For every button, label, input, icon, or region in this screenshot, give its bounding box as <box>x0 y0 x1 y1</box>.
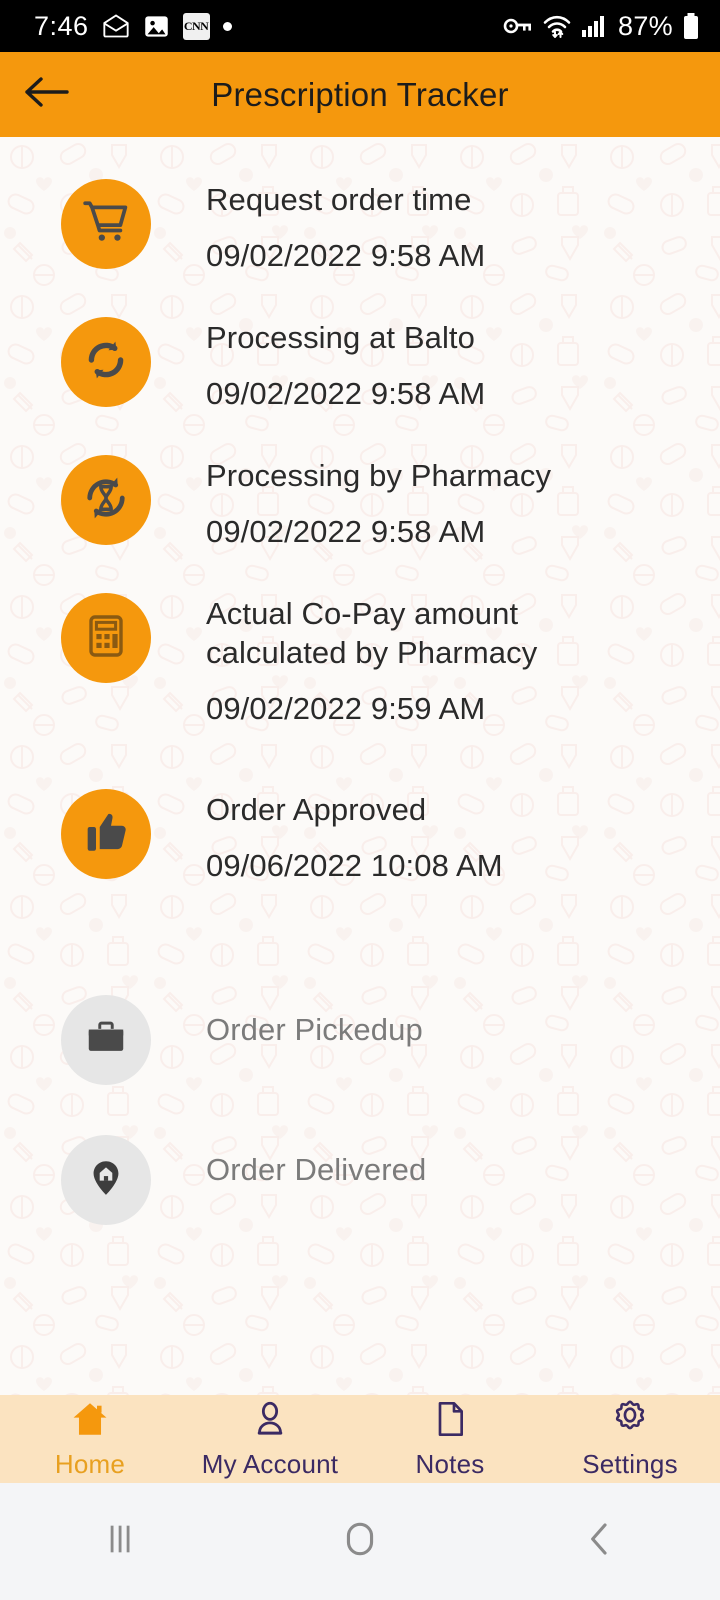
timeline-node <box>61 995 151 1085</box>
cnn-icon: CNN <box>182 12 210 40</box>
timeline-text-column: Actual Co-Pay amount calculated by Pharm… <box>206 587 720 728</box>
step-label: Processing by Pharmacy <box>206 458 552 493</box>
step-label: Actual Co-Pay amount calculated by Pharm… <box>206 596 538 670</box>
prescription-timeline: Request order time 09/02/2022 9:58 AM Pr… <box>0 137 720 1249</box>
wifi-icon <box>542 13 572 39</box>
shopping-cart-icon <box>79 197 133 252</box>
step-label: Request order time <box>206 182 472 217</box>
gear-icon <box>608 1398 652 1445</box>
step-date: 09/02/2022 9:59 AM <box>206 690 486 726</box>
home-button[interactable] <box>240 1518 480 1565</box>
timeline-step: Order Delivered <box>0 1129 720 1249</box>
timeline-step: Processing by Pharmacy 09/02/2022 9:58 A… <box>0 449 720 587</box>
thumbs-up-icon <box>80 807 132 862</box>
status-bar: 7:46 CNN 87% <box>0 0 720 52</box>
arrow-left-icon <box>23 75 69 114</box>
status-bar-left: 7:46 CNN <box>34 11 232 42</box>
sync-icon <box>81 335 131 390</box>
timeline-text-column: Processing by Pharmacy 09/02/2022 9:58 A… <box>206 449 720 552</box>
page-title: Prescription Tracker <box>211 75 509 113</box>
app-bar: Prescription Tracker <box>0 52 720 137</box>
step-label: Processing at Balto <box>206 320 475 355</box>
timeline-step: Request order time 09/02/2022 9:58 AM <box>0 173 720 311</box>
recents-icon <box>100 1519 140 1564</box>
timeline-node <box>61 317 151 407</box>
map-pin-home-icon <box>85 1155 127 1206</box>
nav-item-notes[interactable]: Notes <box>360 1398 540 1480</box>
document-icon <box>430 1398 470 1445</box>
timeline-step: Processing at Balto 09/02/2022 9:58 AM <box>0 311 720 449</box>
envelope-icon <box>102 12 130 40</box>
timeline-text-column: Request order time 09/02/2022 9:58 AM <box>206 173 720 276</box>
gallery-icon <box>143 13 170 40</box>
timeline-step: Actual Co-Pay amount calculated by Pharm… <box>0 587 720 783</box>
step-date: 09/02/2022 9:58 AM <box>206 237 486 273</box>
status-bar-clock: 7:46 <box>34 10 89 41</box>
battery-percent-label: 87% <box>618 10 673 41</box>
step-label: Order Pickedup <box>206 1012 423 1047</box>
timeline-node <box>61 789 151 879</box>
nav-label: Home <box>54 1449 126 1479</box>
calculator-icon <box>82 611 130 666</box>
nav-item-home[interactable]: Home <box>0 1398 180 1480</box>
bottom-navigation: Home My Account Notes Settings <box>0 1395 720 1483</box>
nav-label: Notes <box>415 1449 485 1479</box>
step-date: 09/02/2022 9:58 AM <box>206 375 486 411</box>
nav-label: My Account <box>201 1449 339 1479</box>
step-label: Order Delivered <box>206 1152 427 1187</box>
person-icon <box>249 1398 291 1445</box>
home-icon <box>67 1398 113 1445</box>
android-navigation-bar <box>0 1483 720 1600</box>
timeline-step: Order Pickedup <box>0 989 720 1129</box>
step-date: 09/02/2022 9:58 AM <box>206 513 486 549</box>
recents-button[interactable] <box>0 1519 240 1564</box>
home-circle-icon <box>339 1518 381 1565</box>
nav-item-settings[interactable]: Settings <box>540 1398 720 1480</box>
battery-icon <box>682 12 700 40</box>
back-button-android[interactable] <box>480 1519 720 1564</box>
timeline-node <box>61 455 151 545</box>
briefcase-icon <box>82 1016 130 1065</box>
vpn-key-icon <box>503 15 533 37</box>
status-bar-right: 87% <box>503 11 700 42</box>
step-label: Order Approved <box>206 792 427 827</box>
timeline-step: Order Approved 09/06/2022 10:08 AM <box>0 783 720 943</box>
nav-item-my-account[interactable]: My Account <box>180 1398 360 1480</box>
nav-label: Settings <box>582 1449 678 1479</box>
timeline-text-column: Order Pickedup <box>206 989 720 1050</box>
hourglass-sync-icon <box>80 472 132 529</box>
back-chevron-icon <box>580 1519 620 1564</box>
timeline-text-column: Order Delivered <box>206 1129 720 1190</box>
timeline-node <box>61 179 151 269</box>
timeline-text-column: Order Approved 09/06/2022 10:08 AM <box>206 783 720 886</box>
phone-screen: 7:46 CNN 87% Prescription Tracker Reques… <box>0 0 720 1600</box>
tracker-content: Request order time 09/02/2022 9:58 AM Pr… <box>0 137 720 1395</box>
timeline-node <box>61 593 151 683</box>
back-button[interactable] <box>0 52 92 137</box>
dot-indicator <box>222 21 232 31</box>
signal-icon <box>581 14 609 38</box>
timeline-text-column: Processing at Balto 09/02/2022 9:58 AM <box>206 311 720 414</box>
step-date: 09/06/2022 10:08 AM <box>206 847 503 883</box>
timeline-node <box>61 1135 151 1225</box>
